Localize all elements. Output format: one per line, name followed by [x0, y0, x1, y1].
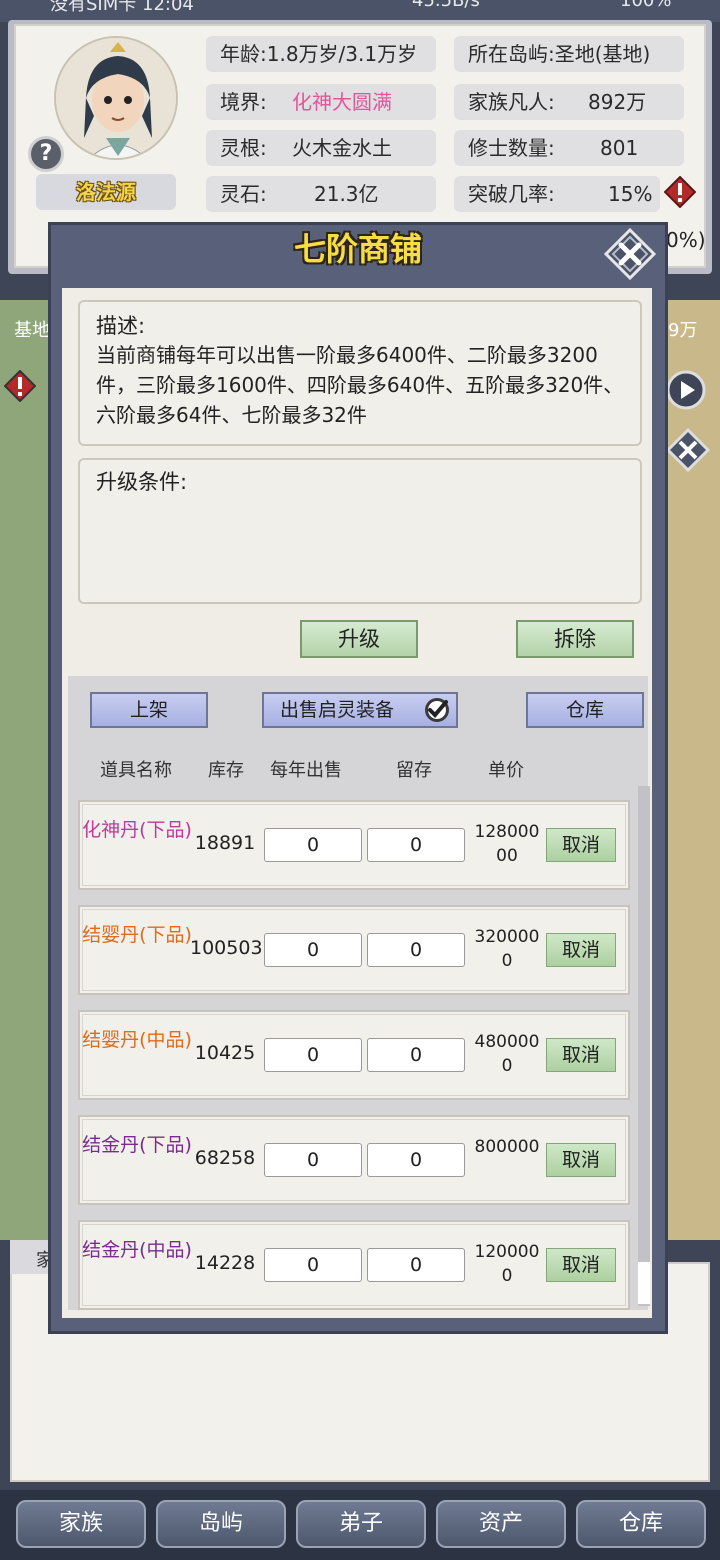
item-name: 化神丹(下品) [82, 819, 192, 841]
keep-input[interactable]: 0 [367, 828, 465, 862]
stat-mortals: 家族凡人: 892万 [454, 84, 684, 120]
cancel-button[interactable]: 取消 [546, 1143, 616, 1177]
stat-stone-label: 灵石: [220, 182, 267, 206]
scrollbar[interactable] [638, 786, 650, 1306]
character-name: 洛法源 [36, 174, 176, 210]
yearly-sell-input[interactable]: 0 [264, 828, 362, 862]
col-header-yearly-sell: 每年出售 [270, 760, 342, 781]
cancel-button[interactable]: 取消 [546, 828, 616, 862]
avatar-icon [56, 38, 176, 158]
keep-input[interactable]: 0 [367, 1248, 465, 1282]
keep-input[interactable]: 0 [367, 933, 465, 967]
stat-age-value: 1.8万岁/3.1万岁 [266, 42, 418, 66]
item-price: 4800000 [474, 1032, 540, 1076]
col-header-name: 道具名称 [100, 760, 172, 781]
item-stock: 14228 [194, 1252, 256, 1274]
item-name: 结婴丹(中品) [82, 1029, 192, 1051]
nav-assets[interactable]: 资产 [436, 1500, 566, 1548]
item-price: 1200000 [474, 1242, 540, 1286]
warehouse-button[interactable]: 仓库 [526, 692, 644, 728]
item-stock: 18891 [194, 832, 256, 854]
play-icon[interactable] [666, 370, 706, 410]
stat-island-label: 所在岛屿: [468, 42, 555, 66]
hidden-stat-tail: 0%) [666, 228, 706, 252]
modal-title: 七阶商铺 [293, 230, 422, 268]
stat-mortals-value: 892万 [588, 90, 647, 114]
stat-breakthrough-label: 突破几率: [468, 182, 555, 206]
upgrade-conditions-title: 升级条件: [96, 470, 188, 494]
item-stock: 100503 [190, 937, 263, 959]
help-button[interactable]: ? [28, 136, 64, 172]
warning-icon[interactable] [664, 176, 696, 208]
stat-island-value: 圣地(基地) [554, 42, 651, 66]
map-warning-icon[interactable] [4, 370, 36, 402]
map-left-label: 基地 [14, 320, 50, 341]
close-icon[interactable] [604, 228, 656, 280]
status-battery: 100% [620, 0, 672, 11]
stat-breakthrough: 突破几率: 15% [454, 176, 660, 212]
stat-realm-value: 化神大圆满 [292, 90, 392, 114]
checkbox-checked-icon[interactable] [422, 696, 452, 724]
yearly-sell-input[interactable]: 0 [264, 1143, 362, 1177]
stat-root: 灵根: 火木金水土 [206, 130, 436, 166]
status-network: 45.5B/s [412, 0, 480, 11]
col-header-keep: 留存 [396, 760, 432, 781]
item-name: 结金丹(中品) [82, 1239, 192, 1261]
scrollbar-thumb[interactable] [638, 1262, 650, 1304]
stat-cultivators: 修士数量: 801 [454, 130, 684, 166]
list-item-button[interactable]: 上架 [90, 692, 208, 728]
item-name: 结金丹(下品) [82, 1134, 192, 1156]
col-header-price: 单价 [488, 760, 524, 781]
stat-spirit-stone: 灵石: 21.3亿 [206, 176, 436, 212]
item-price: 3200000 [474, 927, 540, 971]
cancel-button[interactable]: 取消 [546, 1248, 616, 1282]
status-left: 没有SIM卡 12:04 [50, 0, 194, 15]
stat-age: 年龄:1.8万岁/3.1万岁 [206, 36, 436, 72]
stat-root-value: 火木金水土 [292, 136, 392, 160]
stat-age-label: 年龄: [220, 42, 267, 66]
item-stock: 68258 [194, 1147, 256, 1169]
stat-cultivators-label: 修士数量: [468, 136, 555, 160]
item-price: 800000 [474, 1137, 540, 1157]
cancel-button[interactable]: 取消 [546, 933, 616, 967]
status-bar: 没有SIM卡 12:04 45.5B/s 100% [0, 0, 720, 22]
description-text: 当前商铺每年可以出售一阶最多6400件、二阶最多3200件，三阶最多1600件、… [96, 343, 624, 427]
stat-breakthrough-value: 15% [608, 182, 653, 206]
stat-mortals-label: 家族凡人: [468, 90, 555, 114]
item-name: 结婴丹(下品) [82, 924, 192, 946]
stat-cultivators-value: 801 [600, 136, 639, 160]
stat-realm: 境界: 化神大圆满 [206, 84, 436, 120]
stat-stone-value: 21.3亿 [314, 182, 379, 206]
nav-island[interactable]: 岛屿 [156, 1500, 286, 1548]
nav-family[interactable]: 家族 [16, 1500, 146, 1548]
yearly-sell-input[interactable]: 0 [264, 1038, 362, 1072]
map-left-edge [0, 300, 50, 1240]
nav-warehouse[interactable]: 仓库 [576, 1500, 706, 1548]
map-close-icon[interactable] [666, 428, 710, 472]
map-right-label: 9万 [668, 320, 698, 341]
item-price: 12800000 [474, 822, 540, 866]
character-portrait[interactable] [54, 36, 178, 160]
sell-equipment-label: 出售启灵装备 [280, 699, 395, 721]
stat-island: 所在岛屿:圣地(基地) [454, 36, 684, 72]
nav-disciples[interactable]: 弟子 [296, 1500, 426, 1548]
stat-realm-label: 境界: [220, 90, 267, 114]
item-stock: 10425 [194, 1042, 256, 1064]
upgrade-button[interactable]: 升级 [300, 620, 418, 658]
yearly-sell-input[interactable]: 0 [264, 1248, 362, 1282]
col-header-stock: 库存 [208, 760, 244, 781]
cancel-button[interactable]: 取消 [546, 1038, 616, 1072]
stat-root-label: 灵根: [220, 136, 267, 160]
yearly-sell-input[interactable]: 0 [264, 933, 362, 967]
keep-input[interactable]: 0 [367, 1143, 465, 1177]
description-title: 描述: [96, 314, 146, 338]
keep-input[interactable]: 0 [367, 1038, 465, 1072]
demolish-button[interactable]: 拆除 [516, 620, 634, 658]
